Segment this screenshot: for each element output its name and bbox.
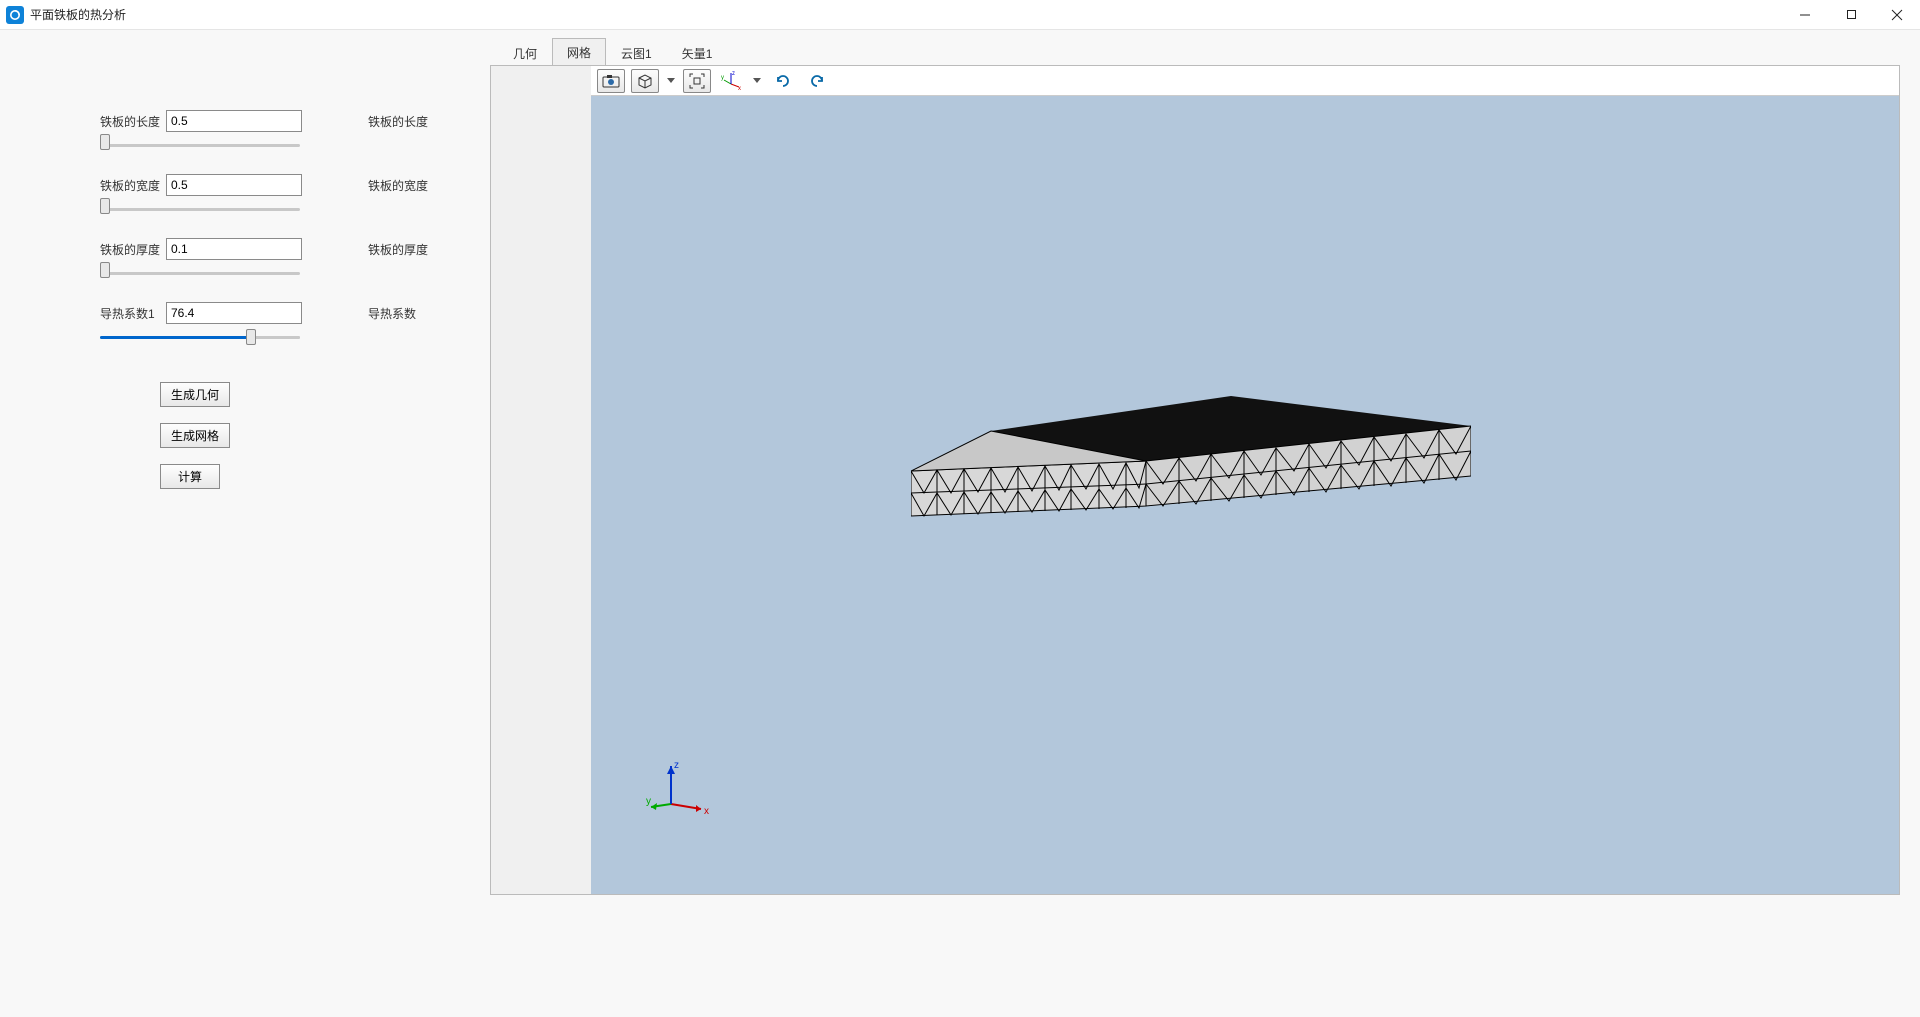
- svg-text:y: y: [646, 796, 651, 807]
- xyz-view-dropdown-icon[interactable]: [751, 69, 763, 93]
- axis-triad: x y z: [646, 754, 716, 824]
- mesh-model: [911, 396, 1471, 526]
- conductivity-desc: 导热系数: [368, 305, 416, 322]
- width-label: 铁板的宽度: [100, 177, 160, 194]
- tab-geometry[interactable]: 几何: [498, 39, 552, 66]
- xyz-view-icon[interactable]: x y z: [717, 69, 745, 93]
- rotate-cw-icon[interactable]: [803, 69, 831, 93]
- view-cube-icon[interactable]: [631, 69, 659, 93]
- viewport[interactable]: x y z: [490, 65, 1900, 895]
- tab-vector1[interactable]: 矢量1: [667, 39, 728, 66]
- svg-text:z: z: [732, 71, 735, 77]
- width-input[interactable]: [166, 174, 302, 196]
- conductivity-slider[interactable]: [100, 336, 300, 339]
- conductivity-input[interactable]: [166, 302, 302, 324]
- generate-geometry-button[interactable]: 生成几何: [160, 382, 230, 407]
- svg-text:y: y: [721, 75, 724, 81]
- width-slider[interactable]: [100, 208, 300, 211]
- length-input[interactable]: [166, 110, 302, 132]
- thickness-label: 铁板的厚度: [100, 241, 160, 258]
- maximize-button[interactable]: [1828, 0, 1874, 30]
- svg-text:x: x: [704, 806, 709, 817]
- length-slider[interactable]: [100, 144, 300, 147]
- thickness-input[interactable]: [166, 238, 302, 260]
- viewport-3d[interactable]: x y z: [591, 96, 1899, 894]
- window-title: 平面铁板的热分析: [30, 6, 126, 23]
- app-icon: [6, 6, 24, 24]
- zoom-extents-icon[interactable]: [683, 69, 711, 93]
- thickness-desc: 铁板的厚度: [368, 241, 428, 258]
- length-label: 铁板的长度: [100, 113, 160, 130]
- width-desc: 铁板的宽度: [368, 177, 428, 194]
- close-button[interactable]: [1874, 0, 1920, 30]
- rotate-ccw-icon[interactable]: [769, 69, 797, 93]
- compute-button[interactable]: 计算: [160, 464, 220, 489]
- conductivity-label: 导热系数1: [100, 305, 160, 322]
- tab-cloud1[interactable]: 云图1: [606, 39, 667, 66]
- tab-mesh[interactable]: 网格: [552, 38, 606, 66]
- snapshot-icon[interactable]: [597, 69, 625, 93]
- thickness-slider[interactable]: [100, 272, 300, 275]
- svg-text:x: x: [738, 86, 741, 91]
- viewport-toolbar: x y z: [591, 66, 1899, 96]
- generate-mesh-button[interactable]: 生成网格: [160, 423, 230, 448]
- svg-text:z: z: [674, 760, 679, 771]
- minimize-button[interactable]: [1782, 0, 1828, 30]
- parameter-panel: 铁板的长度 铁板的长度 铁板的宽度 铁板的宽度 铁板的厚度 铁板的厚度 导热系数…: [20, 40, 490, 997]
- length-desc: 铁板的长度: [368, 113, 428, 130]
- titlebar: 平面铁板的热分析: [0, 0, 1920, 30]
- view-cube-dropdown-icon[interactable]: [665, 69, 677, 93]
- view-tabs: 几何 网格 云图1 矢量1: [498, 40, 1900, 65]
